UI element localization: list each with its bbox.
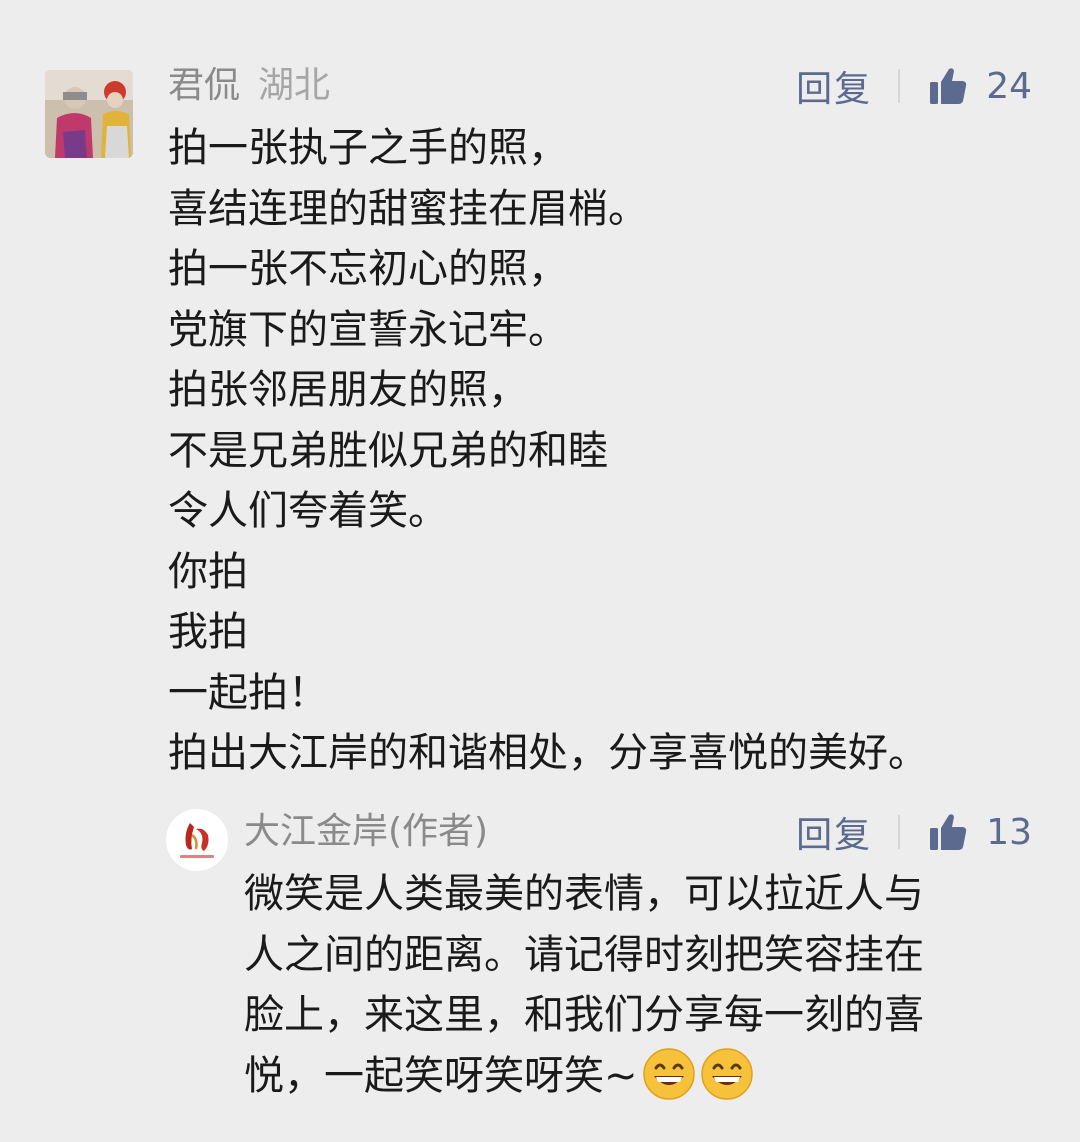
reply-button[interactable]: 回复 xyxy=(796,60,872,112)
reply-button[interactable]: 回复 xyxy=(796,806,872,858)
thumbs-up-icon[interactable] xyxy=(928,812,968,852)
comment-text: 拍一张执子之手的照， 喜结连理的甜蜜挂在眉梢。 拍一张不忘初心的照， 党旗下的宣… xyxy=(168,118,1048,784)
comment-line: 拍一张执子之手的照， xyxy=(168,125,568,171)
comment-line: 不是兄弟胜似兄弟的和睦 xyxy=(168,427,608,474)
reply-text: 微笑是人类最美的表情，可以拉近人与 人之间的距离。请记得时刻把笑容挂在 脸上，来… xyxy=(244,864,1024,1106)
reply-line: 人之间的距离。请记得时刻把笑容挂在 xyxy=(244,931,924,978)
like-count: 24 xyxy=(986,65,1032,107)
action-divider xyxy=(898,815,901,849)
grinning-face-emoji xyxy=(642,1047,695,1100)
comment-line: 我拍 xyxy=(168,609,248,655)
avatar-photo-icon xyxy=(45,70,133,158)
reply-line-text: 悦，一起笑呀笑呀笑~ xyxy=(244,1052,638,1099)
comment-line: 一起拍！ xyxy=(168,669,328,716)
author-name[interactable]: 君侃 xyxy=(168,65,240,106)
reply-line: 脸上，来这里，和我们分享每一刻的喜 xyxy=(244,992,924,1038)
comment-line: 党旗下的宣誓永记牢。 xyxy=(168,306,568,353)
comment-actions: 回复 24 xyxy=(796,60,1032,112)
author-region: 湖北 xyxy=(258,65,331,106)
comment-line: 拍一张不忘初心的照， xyxy=(168,246,568,292)
reply-line: 微笑是人类最美的表情，可以拉近人与 xyxy=(244,871,924,917)
comment-line: 拍出大江岸的和谐相处，分享喜悦的美好。 xyxy=(168,730,928,776)
like-count: 13 xyxy=(986,811,1032,853)
reply-author[interactable]: 大江金岸(作者) xyxy=(244,808,488,856)
comment-line: 令人们夸着笑。 xyxy=(168,488,448,534)
action-divider xyxy=(898,69,901,103)
user-avatar[interactable] xyxy=(45,70,133,158)
thumbs-up-icon[interactable] xyxy=(928,66,968,106)
comment-line: 喜结连理的甜蜜挂在眉梢。 xyxy=(168,185,648,232)
comment-author[interactable]: 君侃 湖北 xyxy=(168,62,330,110)
brand-logo-icon xyxy=(166,809,228,871)
comment-line: 拍张邻居朋友的照， xyxy=(168,367,528,413)
author-reply-avatar[interactable] xyxy=(166,809,228,871)
reply-line: 悦，一起笑呀笑呀笑~ xyxy=(244,1046,1024,1107)
comment-line: 你拍 xyxy=(168,548,248,595)
reply-actions: 回复 13 xyxy=(796,806,1032,858)
grinning-face-emoji xyxy=(700,1047,753,1100)
